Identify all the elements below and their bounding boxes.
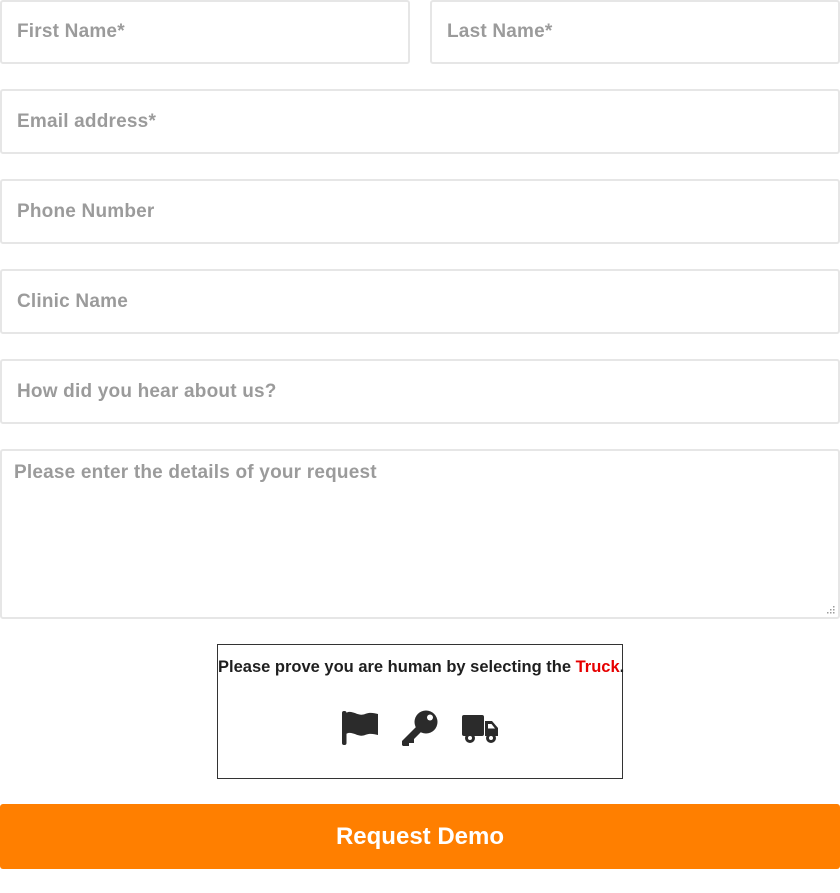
last-name-placeholder: Last Name*: [447, 21, 553, 42]
email-placeholder: Email address*: [17, 110, 157, 132]
captcha-prompt: Please prove you are human by selecting …: [218, 658, 625, 677]
last-name-input[interactable]: Last Name*: [430, 0, 840, 64]
request-details-placeholder: Please enter the details of your request: [14, 462, 377, 483]
captcha-options: [218, 709, 622, 747]
captcha-prompt-text: Please prove you are human by selecting …: [218, 658, 576, 676]
flag-icon[interactable]: [341, 709, 379, 747]
phone-placeholder: Phone Number: [17, 200, 155, 222]
first-name-placeholder: First Name*: [17, 21, 125, 42]
clinic-name-placeholder: Clinic Name: [17, 290, 128, 312]
resize-handle-icon[interactable]: [825, 604, 835, 614]
captcha-target-word: Truck: [575, 658, 620, 676]
clinic-name-input[interactable]: Clinic Name: [0, 269, 840, 334]
captcha-box: Please prove you are human by selecting …: [217, 644, 625, 779]
hear-about-us-placeholder: How did you hear about us?: [17, 380, 277, 402]
first-name-input[interactable]: First Name*: [0, 0, 410, 64]
truck-icon[interactable]: [461, 709, 499, 747]
hear-about-us-input[interactable]: How did you hear about us?: [0, 359, 840, 424]
request-demo-button[interactable]: Request Demo: [0, 804, 840, 869]
key-icon[interactable]: [401, 709, 439, 747]
request-details-textarea[interactable]: Please enter the details of your request: [0, 449, 840, 619]
captcha-prompt-end: .: [619, 658, 625, 676]
phone-input[interactable]: Phone Number: [0, 179, 840, 244]
email-input[interactable]: Email address*: [0, 89, 840, 154]
